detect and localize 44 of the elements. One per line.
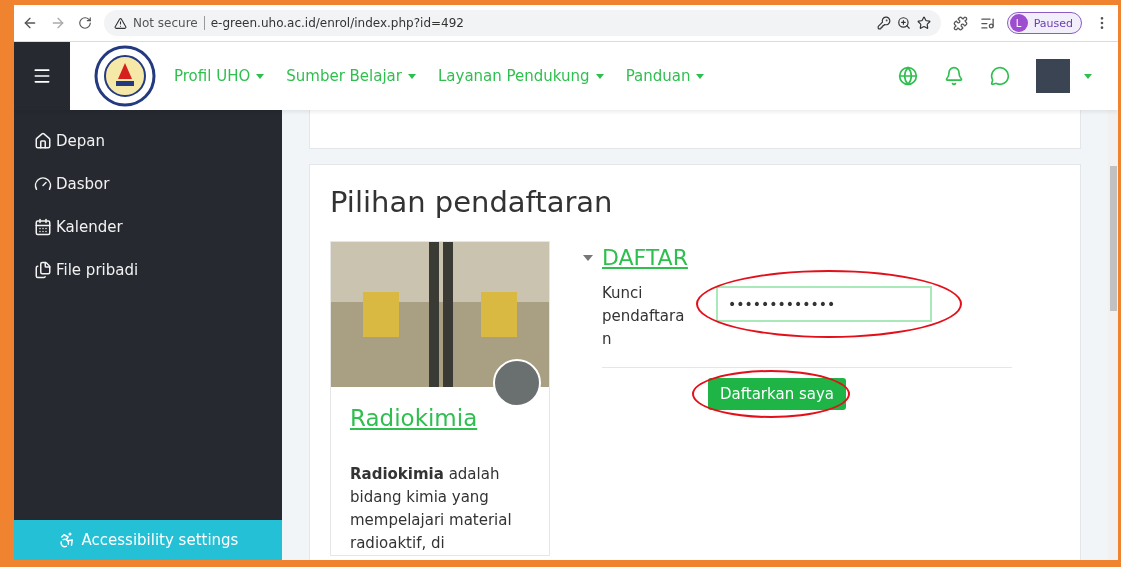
nav-menu-item[interactable]: Layanan Pendukung xyxy=(438,67,604,85)
course-name-link[interactable]: Radiokimia xyxy=(350,405,530,431)
menu-button[interactable] xyxy=(14,42,70,110)
accessibility-settings-link[interactable]: Accessibility settings xyxy=(14,520,282,560)
home-icon xyxy=(34,132,52,150)
sidebar-item[interactable]: Kalender xyxy=(14,206,282,249)
zoom-icon[interactable] xyxy=(896,16,911,30)
url-text: e-green.uho.ac.id/enrol/index.php?id=492 xyxy=(210,16,464,30)
gauge-icon xyxy=(34,175,52,193)
caret-icon xyxy=(1084,73,1092,79)
sidebar-item[interactable]: Dasbor xyxy=(14,163,282,206)
warning-icon xyxy=(114,16,127,30)
caret-icon xyxy=(696,73,705,79)
caret-icon xyxy=(256,73,265,79)
accessibility-icon xyxy=(57,531,76,549)
caret-down-icon[interactable] xyxy=(582,253,594,262)
security-label: Not secure xyxy=(133,16,198,30)
profile-button[interactable]: L Paused xyxy=(1006,12,1082,34)
star-icon[interactable] xyxy=(916,16,931,30)
scrollbar[interactable] xyxy=(1108,110,1118,560)
profile-avatar: L xyxy=(1009,14,1028,32)
nav-menu-item[interactable]: Sumber Belajar xyxy=(286,67,416,85)
nav-menu-item[interactable]: Panduan xyxy=(625,67,705,85)
enrolment-key-field[interactable]: ••••••••••••• xyxy=(716,286,932,322)
files-icon xyxy=(34,261,52,279)
caret-icon xyxy=(595,73,604,79)
back-icon[interactable] xyxy=(22,15,38,31)
address-bar[interactable]: Not secure e-green.uho.ac.id/enrol/index.php?id=492 xyxy=(104,10,941,36)
field-label: Kunci pendaftaran xyxy=(602,283,686,350)
menu-icon xyxy=(32,66,52,86)
calendar-icon xyxy=(34,218,52,236)
key-icon[interactable] xyxy=(876,16,891,30)
enrol-button[interactable]: Daftarkan saya xyxy=(708,378,846,410)
caret-icon xyxy=(408,73,416,79)
puzzle-icon[interactable] xyxy=(952,15,968,31)
course-summary: Radiokimia adalah bidang kimia yang mempelajari material radioaktif, di xyxy=(350,464,513,554)
reload-icon[interactable] xyxy=(78,16,92,30)
sidebar-item[interactable]: File pribadi xyxy=(14,249,282,292)
playlist-icon[interactable] xyxy=(979,15,995,31)
nav-menu-item[interactable]: Profil UHO xyxy=(174,67,265,85)
university-logo xyxy=(94,45,156,107)
page-title: Pilihan pendaftaran xyxy=(330,185,614,219)
enrol-section-link[interactable]: DAFTAR xyxy=(602,245,688,270)
sidebar-item[interactable]: Depan xyxy=(14,120,282,163)
